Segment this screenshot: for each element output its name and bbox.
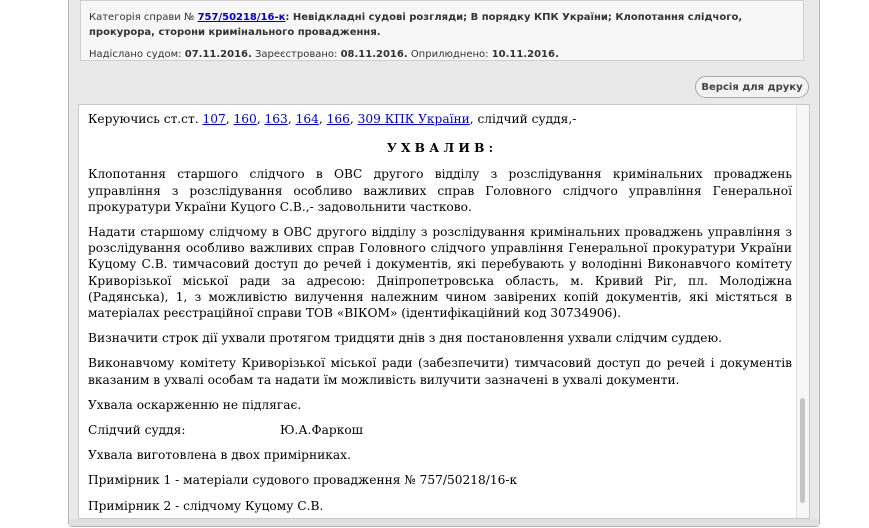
judge-label: Слідчий суддя: (88, 423, 186, 438)
registered-date: 08.11.2016. (340, 49, 408, 60)
print-version-button[interactable]: Версія для друку (695, 76, 809, 98)
article-link-164[interactable]: 164 (296, 112, 319, 126)
case-category-line: Категорія справи № 757/50218/16-к: Невід… (89, 10, 803, 40)
intro-paragraph: Керуючись ст.ст. 107, 160, 163, 164, 166… (88, 112, 577, 126)
published-label: Оприлюднено: (410, 49, 489, 60)
document-text: Керуючись ст.ст. 107, 160, 163, 164, 166… (88, 111, 792, 514)
ruling-heading: У Х В А Л И В : (386, 141, 494, 156)
intro-prefix: Керуючись ст.ст. (88, 112, 203, 126)
ruling-paragraph-6: Ухвала виготовлена в двох примірниках. (88, 448, 351, 463)
published-date: 10.11.2016. (491, 49, 559, 60)
ruling-paragraph-1: Клопотання старшого слідчого в ОВС друго… (88, 167, 792, 214)
ruling-paragraph-2: Надати старшому слідчому в ОВС другого в… (88, 225, 792, 321)
article-link-107[interactable]: 107 (203, 112, 226, 126)
ruling-paragraph-4: Виконавчому комітету Криворізької місько… (88, 356, 792, 387)
article-link-309[interactable]: 309 КПК України (358, 112, 470, 126)
document-scrollbar[interactable] (796, 105, 809, 518)
article-link-163[interactable]: 163 (265, 112, 288, 126)
sent-date: 07.11.2016. (184, 49, 252, 60)
case-number-link[interactable]: 757/50218/16-к (198, 12, 286, 23)
article-link-166[interactable]: 166 (327, 112, 350, 126)
ruling-paragraph-7: Примірник 1 - матеріали судового провадж… (88, 473, 518, 488)
article-link-160[interactable]: 160 (234, 112, 257, 126)
judge-name: Ю.А.Фаркош (280, 423, 363, 438)
panel-bottom-edge (69, 519, 819, 526)
document-panel: Категорія справи № 757/50218/16-к: Невід… (68, 0, 820, 527)
ruling-paragraph-3: Визначити строк дії ухвали протягом трид… (88, 331, 722, 346)
case-dates-line: Надіслано судом: 07.11.2016. Зареєстрова… (89, 47, 803, 62)
scrollbar-thumb[interactable] (800, 398, 805, 503)
ruling-paragraph-5: Ухвала оскарженню не підлягає. (88, 397, 302, 412)
ruling-paragraph-8: Примірник 2 - слідчому Куцому С.В. (88, 498, 324, 513)
registered-label: Зареєстровано: (255, 49, 338, 60)
judge-line: Слідчий суддя: Ю.А.Фаркош (88, 422, 792, 438)
intro-suffix: , слідчий суддя,- (469, 112, 577, 126)
sent-label: Надіслано судом: (89, 49, 182, 60)
case-info-box: Категорія справи № 757/50218/16-к: Невід… (80, 0, 804, 61)
category-label: Категорія справи № (89, 12, 195, 23)
document-frame[interactable]: Керуючись ст.ст. 107, 160, 163, 164, 166… (78, 104, 810, 519)
